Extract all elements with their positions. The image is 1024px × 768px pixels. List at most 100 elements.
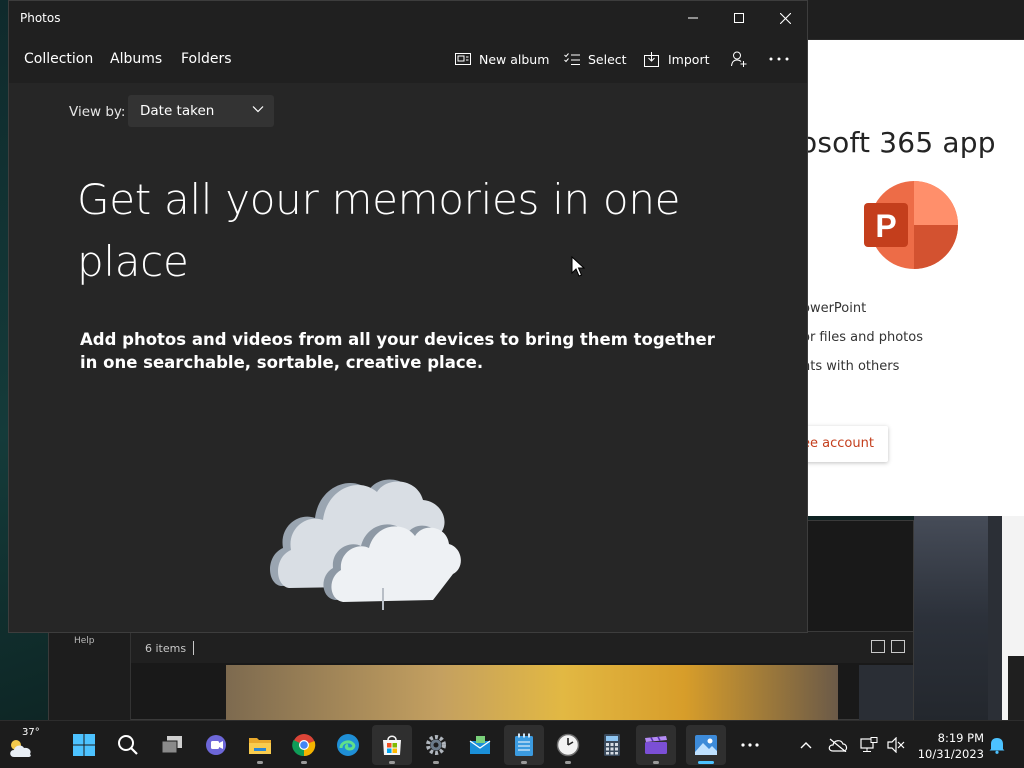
background-photo [226,665,838,721]
file-explorer-button[interactable] [240,725,280,765]
tab-collection[interactable]: Collection [24,51,93,67]
photos-taskbar-button[interactable] [686,725,726,765]
taskbar: 37° 8:19 PM 10/31/2023 [0,720,1024,768]
details-view-icon[interactable] [871,640,885,653]
ms365-line-3: nts with others [808,359,900,374]
powerpoint-icon: P [864,181,958,269]
taskbar-clock[interactable]: 8:19 PM 10/31/2023 [914,730,984,762]
large-icons-view-icon[interactable] [891,640,905,653]
store-icon [383,735,401,755]
clock-app-button[interactable] [548,725,588,765]
weather-widget[interactable]: 37° [8,727,44,761]
weather-temperature: 37° [22,727,40,738]
mouse-cursor-icon [571,256,585,277]
onedrive-offline-icon [828,738,848,752]
photos-window[interactable]: Photos Collection Albums Folders New alb… [8,0,808,633]
clock-icon [556,733,580,757]
edge-icon [337,734,359,756]
search-icon [118,735,138,755]
person-add-icon [731,51,747,67]
view-toggle [871,640,905,653]
windows-start-icon [73,734,95,756]
teams-chat-icon [206,735,226,755]
maximize-button[interactable] [716,1,762,35]
more-options-icon [769,57,789,61]
edge-button[interactable] [328,725,368,765]
create-account-button[interactable]: ee account [808,426,888,462]
clipchamp-button[interactable] [636,725,676,765]
microsoft-store-button[interactable] [372,725,412,765]
speaker-muted-icon [887,737,905,753]
chrome-icon [292,734,316,757]
title-bar[interactable]: Photos [9,1,807,35]
gear-icon [426,735,446,755]
svg-text:P: P [875,208,896,244]
account-button[interactable] [731,48,747,70]
view-by-selected-value: Date taken [140,103,215,119]
settings-button[interactable] [416,725,456,765]
chrome-button[interactable] [284,725,324,765]
more-apps-icon [741,743,759,747]
network-icon [860,737,878,752]
show-hidden-icons-button[interactable] [794,733,818,757]
calculator-button[interactable] [592,725,632,765]
clapperboard-icon [645,736,667,754]
view-by-dropdown[interactable]: Date taken [128,95,274,127]
create-account-label: ee account [808,436,874,451]
maximize-icon [734,13,744,23]
nav-bar: Collection Albums Folders New album Sele… [9,35,807,83]
new-album-label: New album [479,51,550,67]
mail-button[interactable] [460,725,500,765]
view-by-label: View by: [69,104,126,120]
start-button[interactable] [64,725,104,765]
onedrive-tray-button[interactable] [826,733,850,757]
background-photo-thumb [859,665,913,721]
bell-icon [989,738,1005,754]
ms365-line-1: owerPoint [808,301,867,316]
teams-chat-button[interactable] [196,725,236,765]
notepad-button[interactable] [504,725,544,765]
photos-icon [695,735,717,755]
chevron-down-icon [252,106,264,113]
cloud-illustration-icon [270,479,461,610]
weather-cloud-icon [10,740,31,757]
select-icon [564,52,580,65]
calculator-icon [604,734,620,756]
item-count: 6 items [145,642,187,655]
import-label: Import [668,51,710,67]
select-button[interactable]: Select [564,48,627,70]
explorer-status-bar: 6 items [131,631,913,663]
mail-icon [469,736,491,754]
background-window-edge [914,516,1024,720]
new-album-button[interactable]: New album [455,48,549,70]
task-view-button[interactable] [152,725,192,765]
network-tray-button[interactable] [857,733,881,757]
select-label: Select [588,51,627,67]
search-button[interactable] [108,725,148,765]
tab-albums[interactable]: Albums [110,51,162,67]
ms365-title: osoft 365 app [808,126,996,159]
clock-time: 8:19 PM [937,731,984,745]
clock-date: 10/31/2023 [917,747,984,761]
close-button[interactable] [762,1,807,35]
help-label[interactable]: Help [74,636,95,646]
background-window-panel [1002,516,1024,720]
volume-tray-button[interactable] [884,733,908,757]
new-album-icon [455,53,471,65]
minimize-icon [688,17,698,19]
status-separator [193,641,194,655]
chevron-up-icon [800,742,812,749]
page-headline: Get all your memories in one place [77,175,681,286]
background-image [914,516,988,720]
import-button[interactable]: Import [644,48,710,70]
more-options-button[interactable] [769,48,789,70]
microsoft-365-window[interactable]: osoft 365 app P owerPoint or files and p… [808,40,1024,516]
page-subtext: Add photos and videos from all your devi… [80,330,715,372]
more-apps-button[interactable] [730,725,770,765]
notifications-button[interactable] [985,733,1009,757]
folder-icon [249,738,271,754]
minimize-button[interactable] [670,1,716,35]
task-view-icon [161,736,182,754]
close-icon [779,12,791,24]
tab-folders[interactable]: Folders [181,51,232,67]
